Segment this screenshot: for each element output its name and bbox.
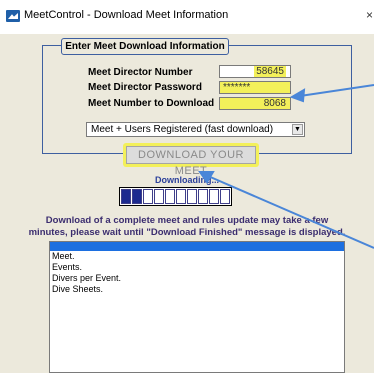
list-item[interactable]: Events.	[50, 262, 344, 273]
meet-director-number-label: Meet Director Number	[88, 67, 193, 78]
download-log-list[interactable]: Meet. Events. Divers per Event. Dive She…	[49, 241, 345, 373]
meet-number-value: 8068	[263, 98, 286, 109]
list-item[interactable]: Meet.	[50, 251, 344, 262]
downloading-status: Downloading...	[155, 175, 219, 185]
download-option-value: Meet + Users Registered (fast download)	[91, 124, 274, 135]
meet-director-number-value: 58645	[254, 66, 286, 77]
dialog-body: Enter Meet Download Information Meet Dir…	[0, 34, 374, 373]
chevron-down-icon[interactable]: ▼	[292, 124, 303, 135]
download-meet-button[interactable]: DOWNLOAD YOUR MEET	[126, 146, 256, 177]
download-progress-bar	[119, 187, 232, 206]
meet-director-password-field[interactable]: *******	[219, 81, 291, 94]
list-item[interactable]: Divers per Event.	[50, 273, 344, 284]
title-bar: MeetControl - Download Meet Information …	[0, 0, 374, 34]
download-option-select[interactable]: Meet + Users Registered (fast download) …	[86, 122, 305, 137]
progress-cell	[165, 189, 175, 204]
meet-director-number-field[interactable]: 58645	[219, 65, 291, 78]
close-icon[interactable]: ×	[366, 8, 373, 22]
log-selected-row[interactable]	[50, 242, 344, 251]
group-legend: Enter Meet Download Information	[61, 38, 229, 55]
download-info-message: Download of a complete meet and rules up…	[0, 215, 374, 239]
list-item[interactable]: Dive Sheets.	[50, 284, 344, 295]
progress-cell	[187, 189, 197, 204]
progress-cell	[121, 189, 131, 204]
progress-cell	[220, 189, 230, 204]
info-line: minutes, please wait until "Download Fin…	[28, 227, 346, 238]
window-title: MeetControl - Download Meet Information	[24, 9, 229, 21]
meet-director-password-label: Meet Director Password	[88, 82, 202, 93]
progress-cell	[143, 189, 153, 204]
progress-cell	[154, 189, 164, 204]
meetcontrol-app-icon	[6, 10, 20, 22]
progress-cell	[198, 189, 208, 204]
meet-number-label: Meet Number to Download	[88, 98, 215, 109]
progress-cell	[209, 189, 219, 204]
meet-director-password-value: *******	[223, 82, 251, 93]
info-line: Download of a complete meet and rules up…	[45, 215, 329, 226]
progress-cell	[132, 189, 142, 204]
progress-cell	[176, 189, 186, 204]
meet-number-field[interactable]: 8068	[219, 97, 291, 110]
